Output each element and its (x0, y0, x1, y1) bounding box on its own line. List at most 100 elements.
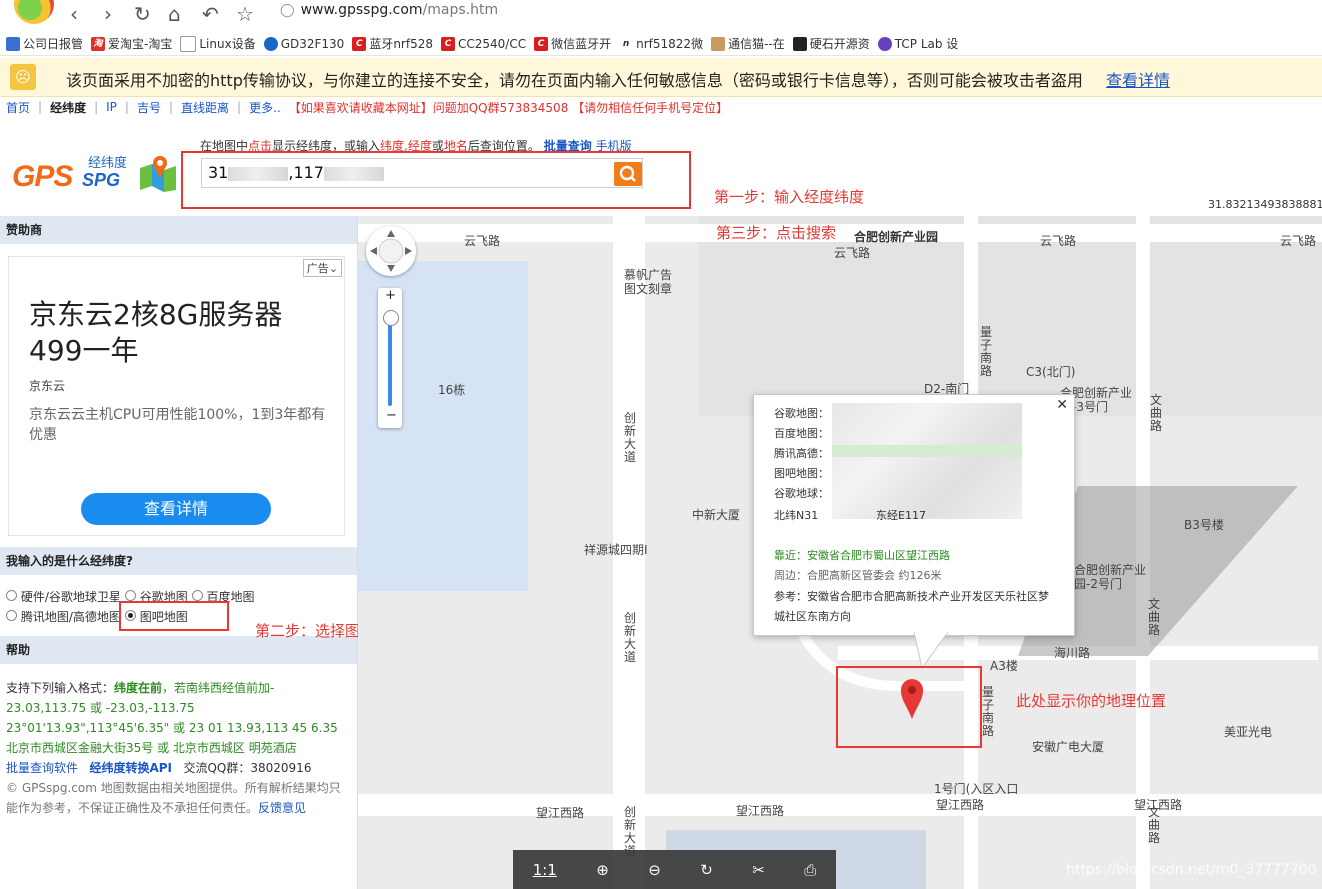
forward-icon[interactable]: › (104, 2, 112, 26)
bookmark-item[interactable]: n nrf51822微 (619, 35, 703, 52)
address-bar[interactable]: ◯ www.gpsspg.com/maps.htm (280, 2, 498, 18)
url-path: /maps.htm (422, 2, 499, 18)
poi-label: 中新大厦 (692, 508, 741, 522)
favorite-star-icon[interactable]: ☆ (236, 2, 254, 26)
map-zoom-slider[interactable]: + − (378, 288, 402, 428)
coordinate-readout: 31.832134938388815 (1208, 198, 1322, 211)
road-label: 文曲路 (1150, 393, 1163, 433)
popup-near: 靠近：安徽省合肥市蜀山区望江西路 (774, 549, 950, 562)
ad-card[interactable]: 广告⌄ 京东云2核8G服务器499一年 京东云 京东云云主机CPU可用性能100… (8, 256, 345, 536)
security-warning-text: 该页面采用不加密的http传输协议，与你建立的连接不安全，请勿在页面内输入任何敏… (66, 71, 1083, 90)
nav-home[interactable]: 首页 (6, 99, 30, 116)
radio-option[interactable]: 腾讯地图/高德地图 (6, 608, 121, 625)
popup-row-lng: 东经E117 (876, 509, 926, 522)
building-label: 16栋 (438, 383, 466, 397)
zoom-in-icon[interactable]: + (385, 288, 396, 303)
highlight-box-search (181, 151, 691, 209)
tcp-lab-icon (877, 36, 892, 51)
ad-description: 京东云云主机CPU可用性能100%，1到3年都有优惠 (29, 407, 326, 443)
bookmark-item[interactable]: 淘爱淘宝-淘宝 (91, 35, 172, 52)
poi-label: 祥源城四期I (584, 543, 648, 557)
undo-icon[interactable]: ↶ (202, 2, 219, 26)
bookmark-item[interactable]: Linux设备 (180, 35, 256, 52)
gd-icon (263, 36, 278, 51)
csdn-icon: C (441, 36, 455, 51)
site-logo[interactable]: GPS 经纬度 SPG (12, 152, 182, 202)
batch-software-link[interactable]: 批量查询软件 (6, 761, 78, 775)
promo-text: 【如果喜欢请收藏本网址】问题加QQ群573834508 【请勿相信任何手机号定位… (288, 100, 729, 115)
save-icon[interactable]: ⎙ (804, 861, 816, 879)
logo-cn-text: 经纬度 (88, 156, 128, 171)
close-icon[interactable]: ✕ (1056, 397, 1068, 413)
zoom-out-icon[interactable]: − (386, 408, 397, 423)
insecure-lock-icon: ◯ (280, 3, 295, 18)
nav-distance[interactable]: 直线距离 (181, 99, 229, 116)
sponsor-header: 赞助商 (0, 216, 357, 244)
road-label: 云飞路 (1280, 234, 1317, 248)
poi-label: 合肥创新产业园-2号门 (1074, 563, 1147, 591)
help-content: 支持下列输入格式：纬度在前，若南纬西经值前加- 23.03,113.75 或 -… (6, 681, 341, 815)
bookmark-item[interactable]: GD32F130 (263, 36, 344, 51)
actual-size-button[interactable]: 1:1 (533, 861, 557, 879)
bookmark-item[interactable]: TCP Lab 设 (877, 35, 958, 52)
road-label: 量子南路 (980, 325, 993, 378)
radio-icon (191, 590, 203, 601)
browser-logo-icon (14, 0, 54, 24)
back-icon[interactable]: ‹ (70, 2, 78, 26)
site-nav: 首页 | 经纬度 | IP | 吉号 | 直线距离 | 更多.. 【如果喜欢请收藏本网址】… (6, 99, 729, 116)
road-label: 文曲路 (1148, 597, 1161, 637)
nav-number[interactable]: 吉号 (137, 99, 161, 116)
ad-tag[interactable]: 广告⌄ (302, 259, 342, 277)
ad-title[interactable]: 京东云2核8G服务器499一年 (29, 297, 329, 369)
map-pan-control[interactable] (366, 226, 416, 276)
bookmark-item[interactable]: C 微信蓝牙开 (534, 35, 611, 52)
nav-latlng[interactable]: 经纬度 (50, 99, 86, 116)
ad-details-button[interactable]: 查看详情 (81, 493, 271, 525)
zoom-in-icon[interactable]: ⊕ (596, 861, 609, 879)
poi-label: 合肥创新产业园 (854, 230, 939, 244)
map-canvas[interactable]: 云飞路 云飞路 云飞路 云飞路 合肥创新产业园 慕帆广告图文刻章 16栋 D2-… (358, 216, 1322, 889)
popup-around: 周边：合肥高新区管委会 约126米 (774, 569, 942, 582)
redacted-coordinates (832, 403, 1022, 519)
bookmark-item[interactable]: 通信猫--在 (711, 35, 785, 52)
convert-api-link[interactable]: 经纬度转换API (89, 761, 172, 775)
pan-arrows-icon (370, 230, 412, 272)
bookmark-item[interactable]: C CC2540/CC (441, 36, 526, 51)
road-label: 量子南路 (982, 685, 995, 738)
road-label: 云飞路 (834, 246, 871, 260)
logo-spg-text: SPG (82, 170, 121, 190)
nav-more[interactable]: 更多.. (249, 99, 281, 116)
cat-icon (711, 36, 726, 51)
location-marker-icon[interactable] (900, 678, 924, 720)
zoom-out-icon[interactable]: ⊖ (648, 861, 661, 879)
csdn-icon: C (352, 36, 367, 51)
zoom-handle[interactable] (383, 310, 399, 326)
radio-icon (124, 590, 136, 601)
security-details-link[interactable]: 查看详情 (1106, 67, 1170, 91)
taobao-icon: 淘 (91, 36, 106, 51)
nav-ip[interactable]: IP (106, 100, 117, 114)
bookmark-item[interactable]: C 蓝牙nrf528 (352, 35, 433, 52)
bookmark-item[interactable]: 硬石开源资 (792, 35, 870, 52)
cube-icon (792, 36, 807, 51)
popup-row-tuba: 图吧地图： (774, 467, 829, 480)
popup-row-google: 谷歌地图： (774, 407, 829, 420)
popup-reference: 参考：安徽省合肥市合肥高新技术产业开发区天乐社区梦城社区东南方向 (774, 590, 1049, 623)
popup-row-tencent: 腾讯高德： (774, 447, 829, 460)
radio-option[interactable]: 硬件/谷歌地球卫星 (6, 588, 121, 605)
road-label: 创新大道 (624, 611, 637, 664)
road-label: 望江西路 (736, 804, 785, 818)
poi-label: 1号门(入区入口 (934, 782, 1019, 796)
home-icon[interactable]: ⌂ (168, 2, 181, 26)
radio-icon (6, 590, 17, 601)
page-icon (180, 35, 197, 52)
bookmark-item[interactable]: 公司日报管 (6, 35, 83, 52)
feedback-link[interactable]: 反馈意见 (258, 801, 306, 815)
crop-icon[interactable]: ✂ (752, 861, 765, 879)
step4-annotation: 此处显示你的地理位置 (1016, 692, 1167, 710)
rotate-icon[interactable]: ↻ (700, 861, 713, 879)
poi-label: 安徽广电大厦 (1032, 740, 1105, 754)
step3-annotation: 第三步：点击搜索 (716, 224, 837, 242)
refresh-icon[interactable]: ↻ (134, 2, 151, 26)
popup-row-lat: 北纬N31 (774, 509, 819, 522)
